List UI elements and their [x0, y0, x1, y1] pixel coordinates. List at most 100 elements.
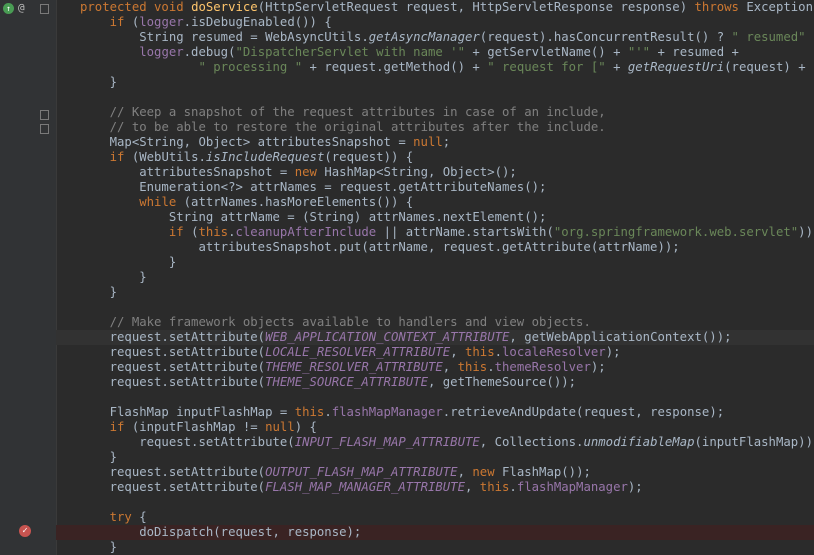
- code-token: +: [605, 60, 628, 74]
- annotation-icon[interactable]: @: [18, 1, 25, 14]
- code-line[interactable]: if (logger.isDebugEnabled()) {: [56, 15, 814, 30]
- code-token: getAsyncManager: [368, 30, 480, 44]
- code-token: this: [465, 345, 495, 359]
- code-token: {: [139, 510, 147, 524]
- code-token: (request).hasConcurrentResult() ?: [479, 30, 732, 44]
- code-line[interactable]: [56, 390, 814, 405]
- code-line[interactable]: while (attrNames.hasMoreElements()) {: [56, 195, 814, 210]
- code-line[interactable]: }: [56, 540, 814, 555]
- code-token: (request) +: [724, 60, 813, 74]
- code-token: FlashMap inputFlashMap =: [80, 405, 295, 419]
- breakpoint-icon[interactable]: ✓: [19, 525, 31, 537]
- code-line[interactable]: Enumeration<?> attrNames = request.getAt…: [56, 180, 814, 195]
- code-token: attributesSnapshot.put(attrName, request…: [80, 240, 680, 254]
- code-line[interactable]: if (inputFlashMap != null) {: [56, 420, 814, 435]
- code-line[interactable]: request.setAttribute(OUTPUT_FLASH_MAP_AT…: [56, 465, 814, 480]
- code-line[interactable]: String resumed = WebAsyncUtils.getAsyncM…: [56, 30, 814, 45]
- code-token: .: [228, 225, 236, 239]
- fold-marker-icon[interactable]: [40, 124, 49, 134]
- code-line[interactable]: }: [56, 450, 814, 465]
- code-line[interactable]: try {: [56, 510, 814, 525]
- code-line[interactable]: String attrName = (String) attrNames.nex…: [56, 210, 814, 225]
- code-token: ,: [442, 360, 458, 374]
- code-token: ;: [442, 135, 451, 149]
- code-token: if: [109, 150, 132, 164]
- code-line[interactable]: // to be able to restore the original at…: [56, 120, 814, 135]
- fold-marker-icon[interactable]: [40, 110, 49, 120]
- code-token: attributesSnapshot =: [80, 165, 295, 179]
- code-token: if: [168, 225, 192, 239]
- code-line[interactable]: if (WebUtils.isIncludeRequest(request)) …: [56, 150, 814, 165]
- code-line[interactable]: }: [56, 255, 814, 270]
- code-line[interactable]: request.setAttribute(FLASH_MAP_MANAGER_A…: [56, 480, 814, 495]
- code-line[interactable]: }: [56, 75, 814, 90]
- code-token: (request)) {: [324, 150, 414, 164]
- code-token: + resumed +: [650, 45, 739, 59]
- code-token: }: [80, 285, 118, 299]
- code-token: (attrNames.hasMoreElements()) {: [183, 195, 414, 209]
- code-token: , Collections.: [479, 435, 584, 449]
- code-token: "DispatcherServlet with name '": [235, 45, 465, 59]
- code-line[interactable]: [56, 495, 814, 510]
- code-line[interactable]: request.setAttribute(THEME_RESOLVER_ATTR…: [56, 360, 814, 375]
- code-token: null: [265, 420, 295, 434]
- code-line[interactable]: attributesSnapshot = new HashMap<String,…: [56, 165, 814, 180]
- code-line[interactable]: logger.debug("DispatcherServlet with nam…: [56, 45, 814, 60]
- code-line[interactable]: " processing " + request.getMethod() + "…: [56, 60, 814, 75]
- code-line[interactable]: protected void doService(HttpServletRequ…: [56, 0, 814, 15]
- code-token: .: [324, 405, 332, 419]
- code-token: (inputFlashMap));: [694, 435, 814, 449]
- override-up-icon[interactable]: ↑: [3, 3, 14, 14]
- code-token: OUTPUT_FLASH_MAP_ATTRIBUTE: [265, 465, 458, 479]
- code-token: logger: [139, 15, 184, 29]
- code-token: Map<String, Object> attributesSnapshot =: [80, 135, 414, 149]
- code-line[interactable]: FlashMap inputFlashMap = this.flashMapMa…: [56, 405, 814, 420]
- code-token: .debug(: [183, 45, 236, 59]
- code-token: new: [294, 165, 325, 179]
- code-token: this: [479, 480, 510, 494]
- code-token: ,: [464, 480, 480, 494]
- code-token: if: [109, 420, 132, 434]
- code-token: :: [806, 30, 814, 44]
- code-token: this: [198, 225, 229, 239]
- code-line[interactable]: attributesSnapshot.put(attrName, request…: [56, 240, 814, 255]
- editor-gutter[interactable]: ↑ @ ✓: [0, 0, 57, 555]
- code-token: request.setAttribute(: [80, 345, 266, 359]
- fold-marker-icon[interactable]: [40, 4, 49, 14]
- code-token: THEME_SOURCE_ATTRIBUTE: [265, 375, 428, 389]
- code-token: .: [509, 480, 517, 494]
- code-line[interactable]: request.setAttribute(INPUT_FLASH_MAP_ATT…: [56, 435, 814, 450]
- code-line[interactable]: doDispatch(request, response);: [56, 525, 814, 540]
- code-token: }: [80, 540, 118, 554]
- code-line[interactable]: request.setAttribute(THEME_SOURCE_ATTRIB…: [56, 375, 814, 390]
- code-token: request.setAttribute(: [80, 435, 295, 449]
- code-line[interactable]: }: [56, 285, 814, 300]
- code-token: if: [109, 15, 132, 29]
- code-token: );: [627, 480, 643, 494]
- code-token: INPUT_FLASH_MAP_ATTRIBUTE: [294, 435, 480, 449]
- code-editor[interactable]: ↑ @ ✓ protected void doService(HttpServl…: [0, 0, 814, 555]
- code-line[interactable]: // Make framework objects available to h…: [56, 315, 814, 330]
- code-token: .: [487, 360, 495, 374]
- code-line[interactable]: if (this.cleanupAfterInclude || attrName…: [56, 225, 814, 240]
- code-line[interactable]: [56, 90, 814, 105]
- code-token: }: [80, 450, 118, 464]
- code-token: // Keep a snapshot of the request attrib…: [109, 105, 606, 119]
- code-token: ,: [450, 345, 465, 359]
- code-token: flashMapManager: [331, 405, 443, 419]
- code-token: , getThemeSource());: [427, 375, 577, 389]
- code-line[interactable]: }: [56, 270, 814, 285]
- code-line[interactable]: // Keep a snapshot of the request attrib…: [56, 105, 814, 120]
- code-line[interactable]: Map<String, Object> attributesSnapshot =…: [56, 135, 814, 150]
- code-line[interactable]: [56, 300, 814, 315]
- code-token: )) {: [798, 225, 813, 239]
- code-line[interactable]: request.setAttribute(WEB_APPLICATION_CON…: [56, 330, 814, 345]
- code-line[interactable]: request.setAttribute(LOCALE_RESOLVER_ATT…: [56, 345, 814, 360]
